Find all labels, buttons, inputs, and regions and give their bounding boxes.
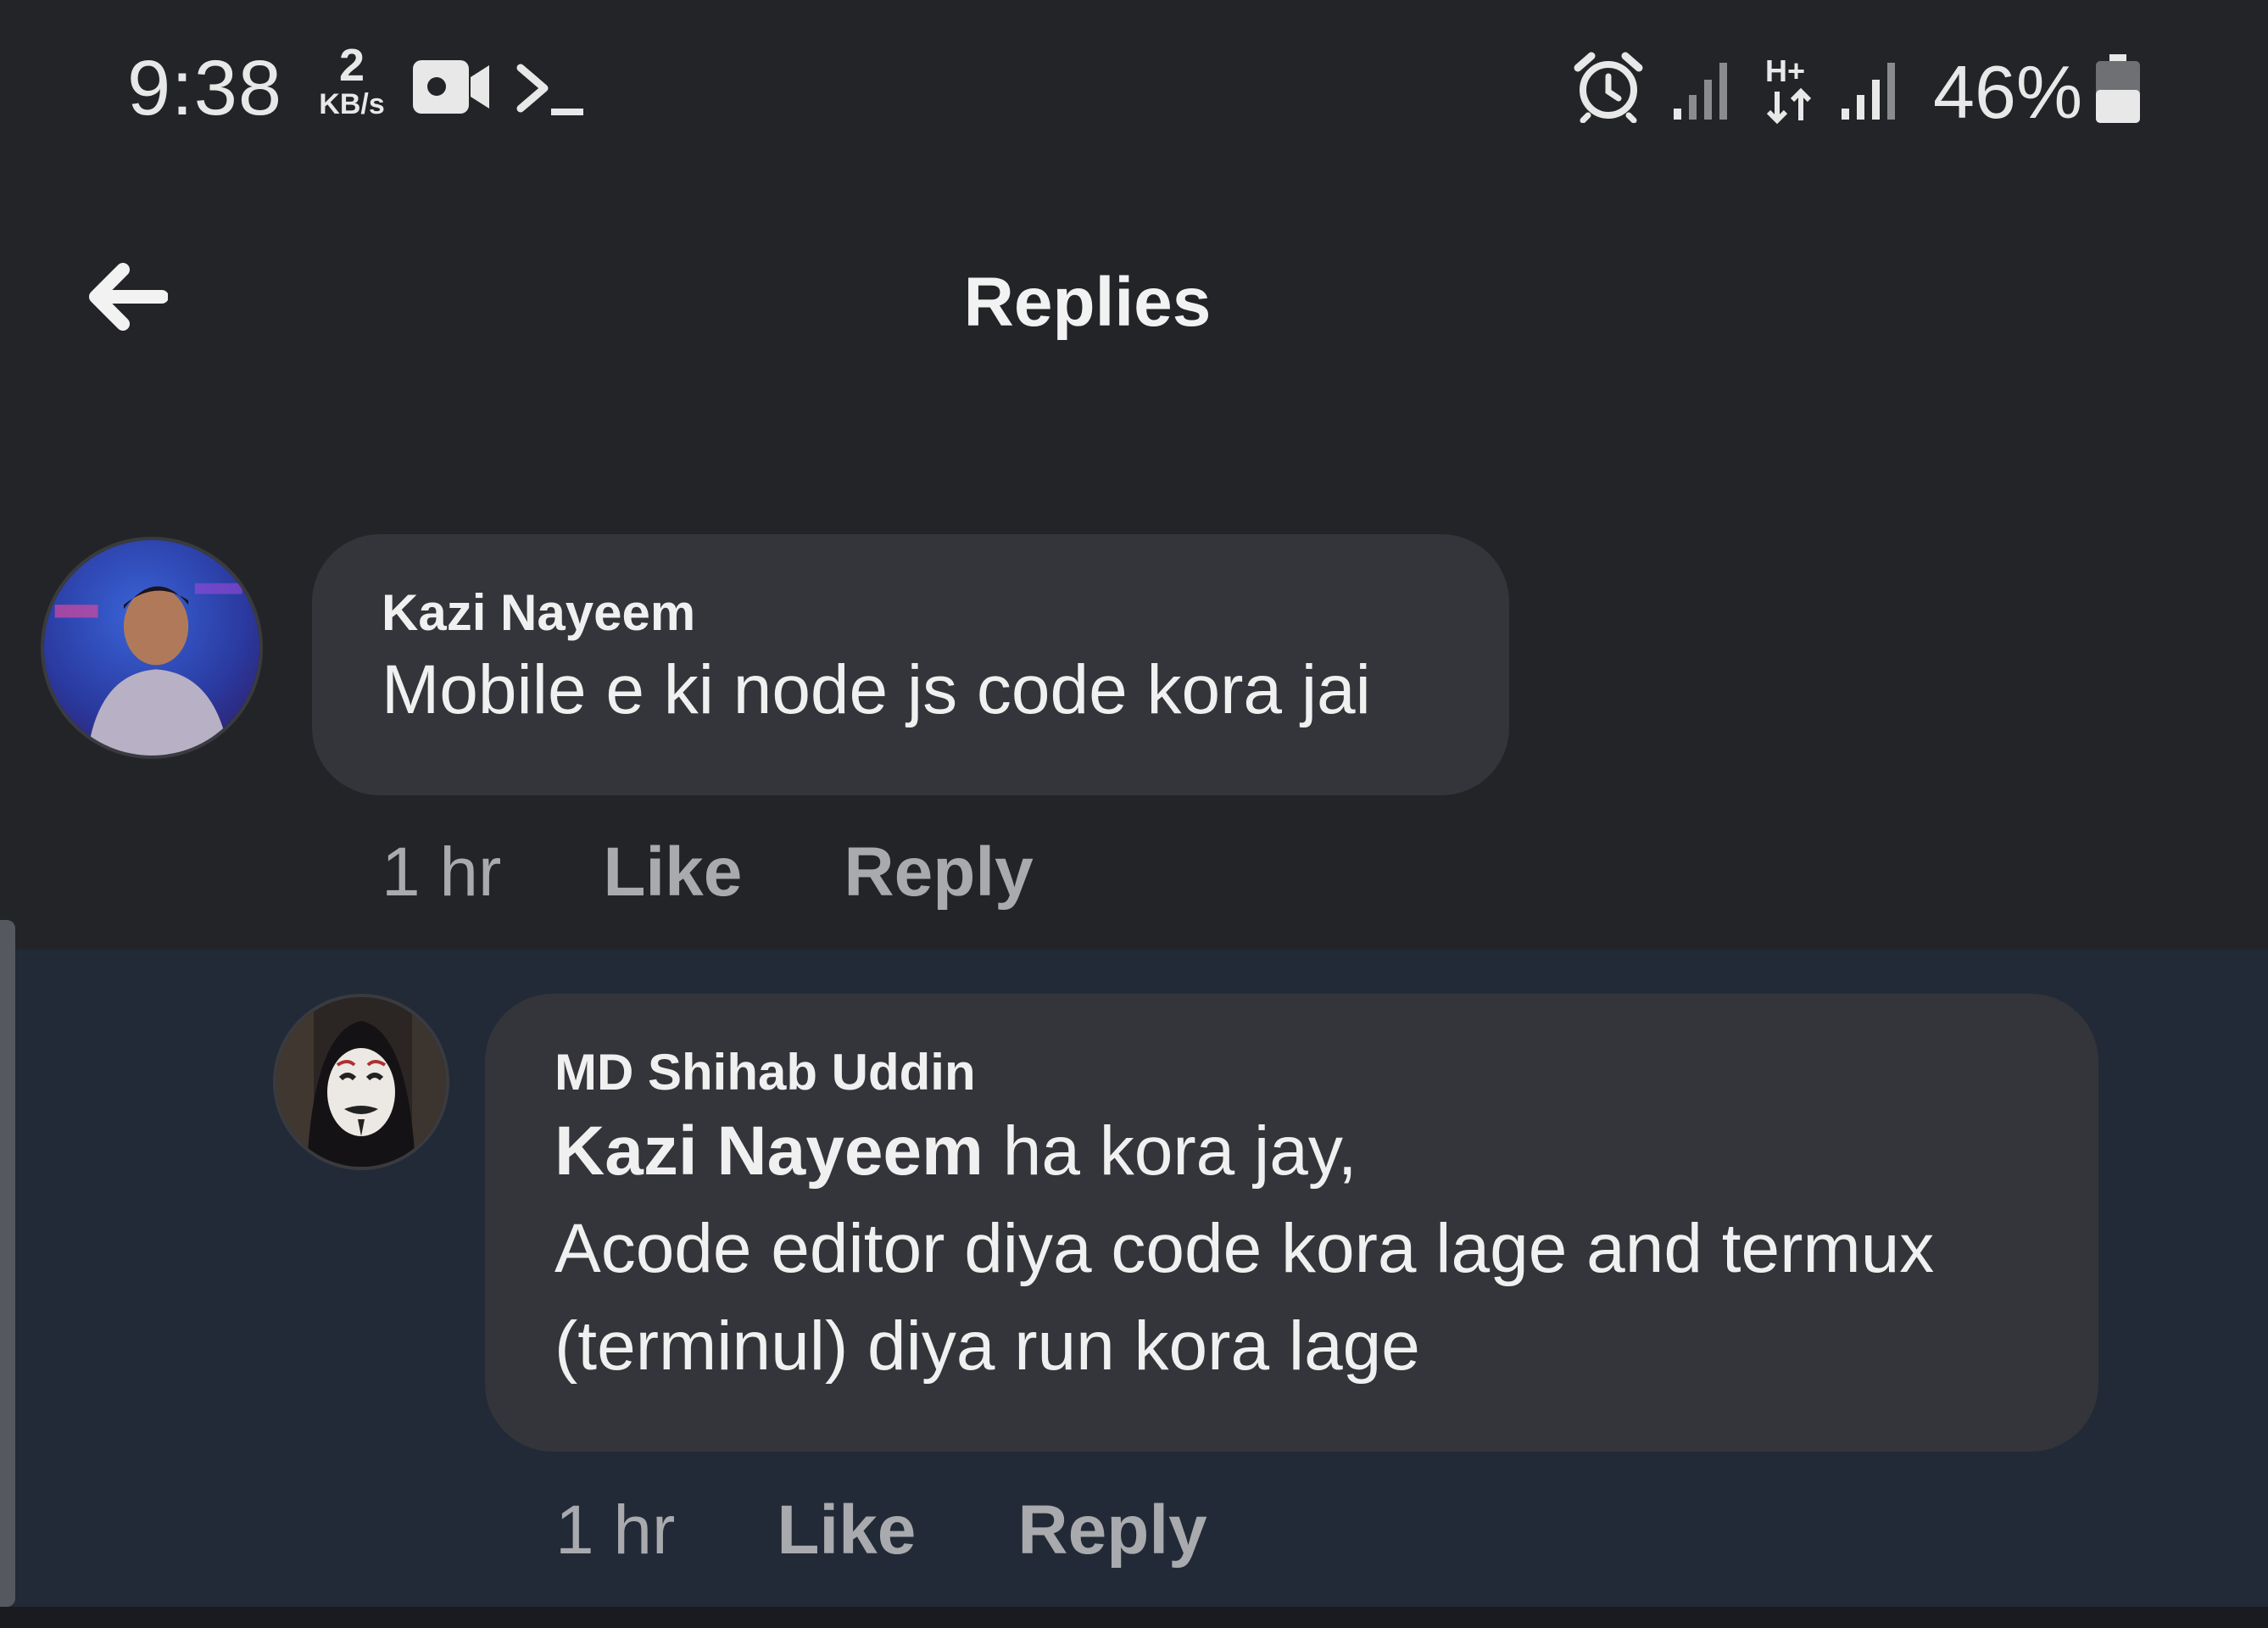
comment-text-line: (terminul) diya run kora lage [554,1307,1420,1385]
reply-button[interactable]: Reply [1017,1491,1206,1570]
network-speed-value: 2 [338,40,365,91]
terminal-icon [515,61,588,125]
status-bar: 9:38 2 KB/s H+ 46% [0,0,2268,182]
comment-text-line: ha kora jay, [983,1112,1357,1190]
like-button[interactable]: Like [777,1491,916,1570]
screen: 9:38 2 KB/s H+ 46% Replies Kazi Nayeem M… [0,0,2268,1628]
comment-author[interactable]: MD Shihab Uddin [554,1043,2098,1101]
signal-icon [1672,58,1733,125]
page-title: Replies [963,264,1212,341]
comment-bubble[interactable]: MD Shihab Uddin Kazi Nayeem ha kora jay,… [485,994,2098,1452]
comment-timestamp: 1 hr [382,834,502,911]
battery-icon [2094,53,2142,129]
avatar[interactable] [273,994,449,1170]
data-arrows-icon: H+ [1764,53,1816,129]
bottom-divider [0,1607,2268,1628]
battery-percent: 46% [1933,50,2083,134]
network-speed-unit: KB/s [319,88,385,120]
signal-icon [1840,58,1901,125]
alarm-icon [1573,51,1645,127]
svg-text:H+: H+ [1765,53,1805,88]
reply-button[interactable]: Reply [844,833,1033,912]
comment-text: Kazi Nayeem ha kora jay, Acode editor di… [554,1103,2098,1395]
comment-timestamp: 1 hr [555,1491,676,1569]
comment-author[interactable]: Kazi Nayeem [382,583,1509,642]
comment-text-line: Acode editor diya code kora lage and ter… [554,1209,1935,1287]
status-time: 9:38 [127,45,283,131]
comment-bubble[interactable]: Kazi Nayeem Mobile e ki node js code kor… [312,534,1509,795]
scroll-indicator[interactable] [0,920,15,1607]
like-button[interactable]: Like [603,833,742,912]
comment-actions: 1 hr Like Reply [555,1491,1207,1570]
video-camera-icon [411,55,492,123]
mention-link[interactable]: Kazi Nayeem [554,1112,984,1190]
comment-text: Mobile e ki node js code kora jai [382,651,1371,728]
avatar[interactable] [41,537,263,759]
network-speed: 2 KB/s [309,42,394,119]
comment-actions: 1 hr Like Reply [382,833,1034,912]
header: Replies [0,182,2268,428]
